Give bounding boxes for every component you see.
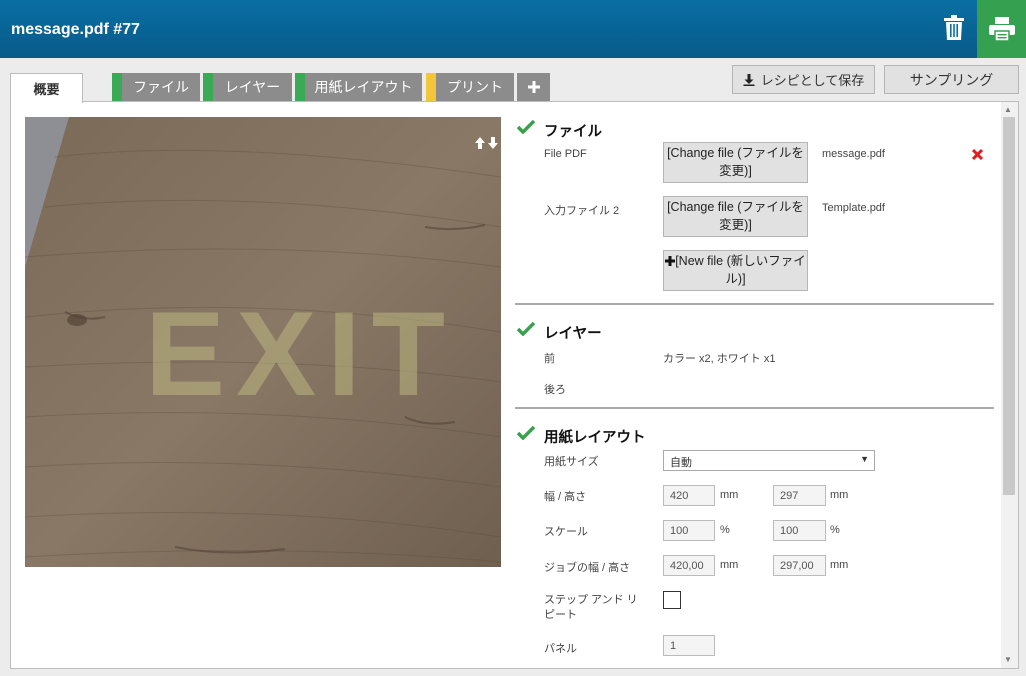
paper-layout-section-title: 用紙レイアウト bbox=[544, 430, 646, 446]
check-icon bbox=[517, 426, 535, 440]
panel-input[interactable] bbox=[663, 635, 715, 656]
front-label: 前 bbox=[544, 353, 555, 365]
tab-status-stripe bbox=[426, 73, 436, 101]
tab-paper-layout-label: 用紙レイアウト bbox=[314, 79, 413, 95]
flip-arrows[interactable] bbox=[475, 137, 498, 149]
tab-layer-label: レイヤー bbox=[224, 79, 281, 95]
save-as-recipe-label: レシピとして保存 bbox=[760, 73, 865, 88]
trash-icon bbox=[944, 15, 964, 40]
print-button[interactable] bbox=[977, 0, 1026, 58]
input-file-2-label: 入力ファイル 2 bbox=[544, 205, 620, 217]
arrow-up-icon bbox=[475, 137, 485, 149]
tab-status-stripe bbox=[203, 73, 213, 101]
scale-label: スケール bbox=[544, 526, 588, 538]
height-input[interactable] bbox=[773, 485, 826, 506]
job-width-input[interactable] bbox=[663, 555, 715, 576]
scroll-up-icon[interactable]: ▲ bbox=[1004, 105, 1012, 114]
file-name: Template.pdf bbox=[822, 202, 885, 214]
unit-label: mm bbox=[720, 489, 739, 501]
front-value: カラー x2, ホワイト x1 bbox=[663, 353, 776, 365]
plus-icon bbox=[665, 256, 676, 266]
tab-status-stripe bbox=[295, 73, 305, 101]
header-bar: message.pdf #77 bbox=[0, 0, 1026, 58]
page-title: message.pdf #77 bbox=[11, 21, 140, 38]
scrollbar[interactable]: ▲ ▼ bbox=[1001, 102, 1018, 668]
tab-print[interactable]: プリント bbox=[426, 73, 514, 101]
change-file-button[interactable]: [Change file (ファイルを変更)] bbox=[663, 196, 808, 237]
delete-x-icon[interactable] bbox=[972, 149, 983, 160]
tab-file-label: ファイル bbox=[133, 79, 189, 95]
tab-paper-layout[interactable]: 用紙レイアウト bbox=[295, 73, 422, 101]
scale-x-input[interactable] bbox=[663, 520, 715, 541]
file-section-title: ファイル bbox=[544, 124, 602, 140]
download-icon bbox=[743, 73, 755, 86]
delete-job-button[interactable] bbox=[934, 8, 974, 48]
paper-size-value: 自動 bbox=[670, 457, 692, 469]
scrollbar-thumb[interactable] bbox=[1003, 117, 1015, 495]
section-divider bbox=[515, 303, 994, 305]
change-file-button[interactable]: [Change file (ファイルを変更)] bbox=[663, 142, 808, 183]
tab-overview[interactable]: 概要 bbox=[10, 73, 83, 103]
unit-label: mm bbox=[720, 559, 739, 571]
new-file-label: [New file (新しいファイル)] bbox=[675, 254, 806, 286]
tab-status-stripe bbox=[112, 73, 122, 101]
step-and-repeat-checkbox[interactable] bbox=[663, 591, 681, 609]
layer-section-title: レイヤー bbox=[544, 326, 602, 342]
tab-print-label: プリント bbox=[447, 79, 503, 95]
width-input[interactable] bbox=[663, 485, 715, 506]
unit-label: % bbox=[830, 524, 840, 536]
printer-icon bbox=[988, 17, 1015, 41]
tab-file[interactable]: ファイル bbox=[112, 73, 200, 101]
file-pdf-label: File PDF bbox=[544, 148, 587, 160]
settings-column: ファイル File PDF [Change file (ファイルを変更)] me… bbox=[11, 102, 1001, 668]
arrow-down-icon bbox=[488, 137, 498, 149]
panel-label: パネル bbox=[544, 643, 577, 655]
file-name: message.pdf bbox=[822, 148, 885, 160]
plus-icon bbox=[527, 81, 540, 93]
job-width-height-label: ジョブの幅 / 高さ bbox=[544, 562, 631, 574]
new-file-button[interactable]: [New file (新しいファイル)] bbox=[663, 250, 808, 291]
paper-size-select[interactable]: 自動 ▼ bbox=[663, 450, 875, 471]
scroll-down-icon[interactable]: ▼ bbox=[1004, 655, 1012, 664]
paper-size-label: 用紙サイズ bbox=[544, 456, 599, 468]
sampling-button[interactable]: サンプリング bbox=[884, 65, 1019, 94]
chevron-down-icon: ▼ bbox=[860, 454, 869, 464]
check-icon bbox=[517, 322, 535, 336]
check-icon bbox=[517, 120, 535, 134]
width-height-label: 幅 / 高さ bbox=[544, 491, 587, 503]
tab-layer[interactable]: レイヤー bbox=[203, 73, 292, 101]
back-label: 後ろ bbox=[544, 384, 566, 396]
step-and-repeat-label: ステップ アンド リピート bbox=[544, 594, 638, 621]
job-height-input[interactable] bbox=[773, 555, 826, 576]
add-tab-button[interactable] bbox=[517, 73, 550, 101]
overview-panel: EXIT ファイル File PDF [Change file (ファイルを変更… bbox=[10, 101, 1019, 669]
scale-y-input[interactable] bbox=[773, 520, 826, 541]
unit-label: mm bbox=[830, 489, 849, 501]
section-divider bbox=[515, 407, 994, 409]
unit-label: mm bbox=[830, 559, 849, 571]
unit-label: % bbox=[720, 524, 730, 536]
save-as-recipe-button[interactable]: レシピとして保存 bbox=[732, 65, 875, 94]
